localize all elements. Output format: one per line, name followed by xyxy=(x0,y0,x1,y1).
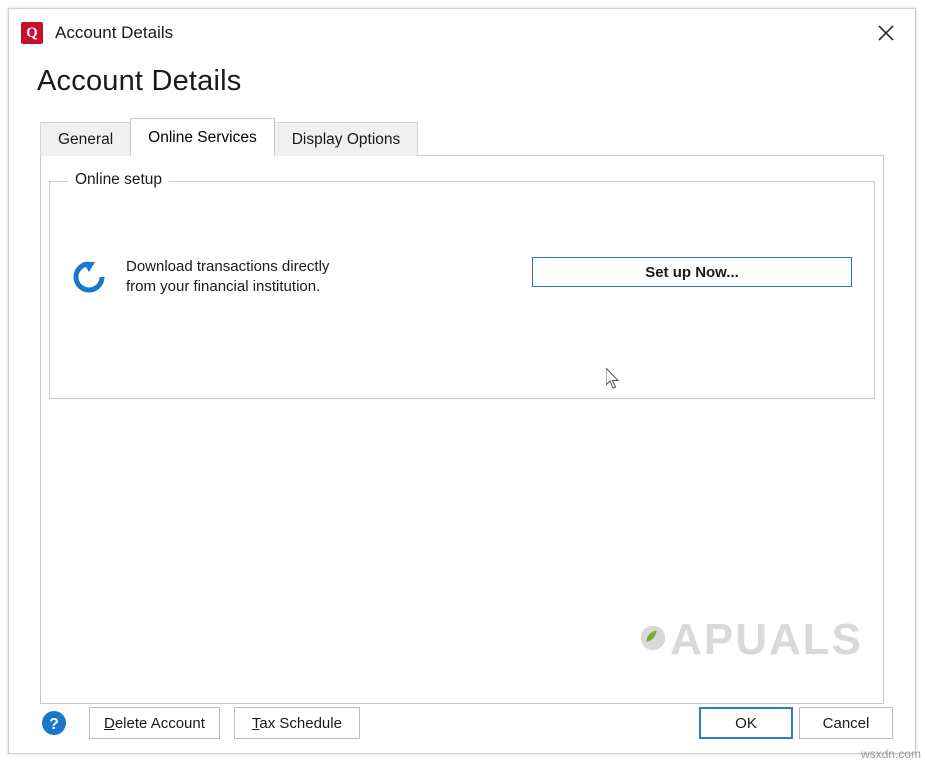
watermark-logo: A PUALS xyxy=(638,615,863,665)
online-setup-group: Online setup Download transactions direc… xyxy=(49,171,875,399)
delete-account-button[interactable]: Delete Account xyxy=(89,707,220,739)
tab-panel: Online setup Download transactions direc… xyxy=(40,155,884,704)
tab-online-services[interactable]: Online Services xyxy=(130,118,275,156)
set-up-now-button[interactable]: Set up Now... xyxy=(532,257,852,287)
account-details-window: Q Account Details Account Details Genera… xyxy=(8,8,916,754)
window-title: Account Details xyxy=(55,23,174,42)
tax-schedule-label: Tax Schedule xyxy=(251,714,342,732)
svg-text:?: ? xyxy=(49,716,59,733)
tab-display-options[interactable]: Display Options xyxy=(273,122,419,156)
dialog-footer: ? Delete Account Tax Schedule OK Cancel xyxy=(9,693,915,753)
download-transactions-text: Download transactions directly from your… xyxy=(126,258,330,295)
online-setup-title: Online setup xyxy=(68,171,170,189)
refresh-circular-arrow-icon xyxy=(68,257,110,295)
watermark-text: PUALS xyxy=(703,615,863,664)
page-title: Account Details xyxy=(37,65,242,97)
leaf-icon xyxy=(640,625,666,651)
tab-general[interactable]: General xyxy=(40,122,132,156)
close-icon[interactable] xyxy=(863,13,909,53)
ok-button[interactable]: OK xyxy=(699,707,793,739)
delete-account-label: Delete Account xyxy=(104,714,205,732)
site-watermark: wsxdn.com xyxy=(860,747,921,761)
title-bar: Q Account Details xyxy=(9,9,915,57)
quicken-q-icon: Q xyxy=(21,22,43,44)
help-question-icon[interactable]: ? xyxy=(41,710,67,736)
tax-schedule-button[interactable]: Tax Schedule xyxy=(233,707,360,739)
tab-strip: General Online Services Display Options xyxy=(9,118,915,156)
online-setup-row: Download transactions directly from your… xyxy=(68,257,858,297)
cancel-button[interactable]: Cancel xyxy=(799,707,893,739)
watermark-prefix: A xyxy=(670,615,704,664)
